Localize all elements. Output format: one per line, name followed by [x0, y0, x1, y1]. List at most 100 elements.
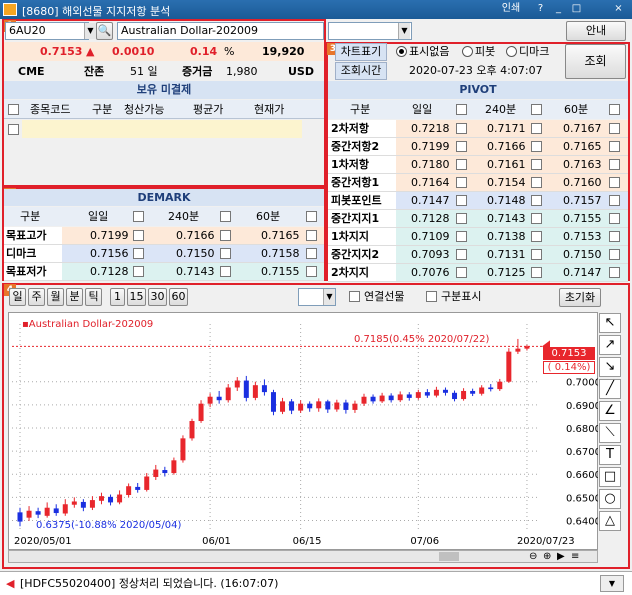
- symbol-code-input[interactable]: 6AU20: [5, 22, 89, 40]
- pivot-value-checkbox[interactable]: [456, 159, 467, 170]
- pivot-value-checkbox[interactable]: [456, 177, 467, 188]
- draw-tool-icon[interactable]: T: [599, 445, 621, 465]
- demark-value-checkbox[interactable]: [133, 266, 144, 277]
- draw-tool-icon[interactable]: □: [599, 467, 621, 487]
- demark-value-checkbox[interactable]: [220, 230, 231, 241]
- select-all-checkbox[interactable]: [8, 104, 19, 115]
- query-button[interactable]: 조회: [565, 44, 626, 79]
- radio-pivot[interactable]: [462, 46, 473, 57]
- demark-value-checkbox[interactable]: [306, 266, 317, 277]
- next-icon[interactable]: ▶: [557, 548, 565, 565]
- demark-value-checkbox[interactable]: [220, 266, 231, 277]
- pivot-240-checkbox[interactable]: [531, 104, 542, 115]
- period-button[interactable]: 월: [47, 288, 64, 306]
- pivot-value-checkbox[interactable]: [531, 177, 542, 188]
- demark-240-checkbox[interactable]: [220, 211, 231, 222]
- pivot-value-checkbox[interactable]: [531, 123, 542, 134]
- zoom-out-icon[interactable]: ⊖: [529, 548, 537, 565]
- pivot-value-checkbox[interactable]: [456, 249, 467, 260]
- scroll-thumb[interactable]: [439, 552, 459, 561]
- search-icon[interactable]: 🔍: [96, 22, 113, 40]
- minute-button[interactable]: 15: [127, 288, 146, 306]
- print-button[interactable]: 인쇄: [492, 3, 530, 16]
- notice-button[interactable]: 안내: [566, 21, 626, 41]
- candle-body: [406, 394, 412, 398]
- help-icon[interactable]: ?: [534, 3, 547, 16]
- current-change-tag: ( 0.14%): [543, 361, 595, 374]
- candle-body: [470, 390, 476, 394]
- status-dropdown[interactable]: ▼: [600, 575, 624, 592]
- demark-value-checkbox[interactable]: [133, 248, 144, 259]
- pivot-value-checkbox[interactable]: [531, 159, 542, 170]
- pivot-value-checkbox[interactable]: [609, 267, 620, 278]
- pivot-value-checkbox[interactable]: [531, 267, 542, 278]
- minute-button[interactable]: 1: [110, 288, 125, 306]
- exchange: CME: [18, 65, 45, 78]
- row-checkbox[interactable]: [8, 124, 19, 135]
- pivot-value: 0.7164: [411, 176, 450, 189]
- draw-tool-icon[interactable]: ⟍: [599, 423, 621, 443]
- minimize-icon[interactable]: _: [552, 3, 565, 16]
- zoom-in-icon[interactable]: ⊕: [543, 548, 551, 565]
- chevron-down-icon[interactable]: ▼: [398, 23, 410, 39]
- maximize-icon[interactable]: □: [570, 3, 583, 16]
- chart-scrollbar[interactable]: ⊖ ⊕ ▶ ≡: [8, 550, 598, 563]
- split-display-checkbox[interactable]: [426, 291, 437, 302]
- pivot-value-checkbox[interactable]: [609, 195, 620, 206]
- y-tick-label: 0.6700: [566, 447, 598, 458]
- draw-tool-icon[interactable]: ↖: [599, 313, 621, 333]
- pivot-row-label: 2차지지: [331, 266, 370, 279]
- candle-body: [488, 387, 494, 390]
- period-button[interactable]: 주: [28, 288, 45, 306]
- draw-tool-icon[interactable]: ↘: [599, 357, 621, 377]
- pivot-60-checkbox[interactable]: [609, 104, 620, 115]
- pivot-value-checkbox[interactable]: [609, 159, 620, 170]
- candle-body: [62, 504, 68, 514]
- draw-tool-icon[interactable]: ╱: [599, 379, 621, 399]
- period-button[interactable]: 틱: [85, 288, 102, 306]
- minute-button[interactable]: 30: [148, 288, 167, 306]
- pivot-value-checkbox[interactable]: [456, 123, 467, 134]
- period-button[interactable]: 분: [66, 288, 83, 306]
- pivot-value-checkbox[interactable]: [609, 177, 620, 188]
- demark-value-checkbox[interactable]: [306, 248, 317, 259]
- demark-value-checkbox[interactable]: [220, 248, 231, 259]
- pivot-value-checkbox[interactable]: [531, 249, 542, 260]
- draw-tool-icon[interactable]: ○: [599, 489, 621, 509]
- close-icon[interactable]: ×: [612, 3, 625, 16]
- demark-daily-checkbox[interactable]: [133, 211, 144, 222]
- pivot-value-checkbox[interactable]: [456, 195, 467, 206]
- pivot-value-checkbox[interactable]: [609, 231, 620, 242]
- reset-button[interactable]: 초기화: [559, 288, 601, 307]
- pivot-value-checkbox[interactable]: [531, 213, 542, 224]
- pivot-value-checkbox[interactable]: [456, 213, 467, 224]
- draw-tool-icon[interactable]: ∠: [599, 401, 621, 421]
- demark-col-daily: 일일: [88, 210, 109, 223]
- demark-value-checkbox[interactable]: [133, 230, 144, 241]
- pivot-value-checkbox[interactable]: [456, 267, 467, 278]
- minute-button[interactable]: 60: [169, 288, 188, 306]
- pivot-value-checkbox[interactable]: [531, 141, 542, 152]
- pivot-value-checkbox[interactable]: [456, 231, 467, 242]
- link-futures-checkbox[interactable]: [349, 291, 360, 302]
- pivot-value-checkbox[interactable]: [456, 141, 467, 152]
- pivot-value-checkbox[interactable]: [609, 123, 620, 134]
- pivot-daily-checkbox[interactable]: [456, 104, 467, 115]
- chevron-down-icon[interactable]: ▼: [323, 289, 335, 305]
- demark-60-checkbox[interactable]: [306, 211, 317, 222]
- radio-demark[interactable]: [506, 46, 517, 57]
- pivot-value-checkbox[interactable]: [609, 249, 620, 260]
- pivot-value: 0.7163: [563, 158, 602, 171]
- pivot-value-checkbox[interactable]: [609, 141, 620, 152]
- draw-tool-icon[interactable]: △: [599, 511, 621, 531]
- radio-none[interactable]: [396, 46, 407, 57]
- pivot-value-checkbox[interactable]: [531, 231, 542, 242]
- draw-tool-icon[interactable]: ↗: [599, 335, 621, 355]
- demark-value-checkbox[interactable]: [306, 230, 317, 241]
- pivot-value-checkbox[interactable]: [609, 213, 620, 224]
- pivot-value-checkbox[interactable]: [531, 195, 542, 206]
- settings-icon[interactable]: ≡: [571, 548, 579, 565]
- chevron-down-icon[interactable]: ▼: [84, 23, 96, 39]
- pivot-value: 0.7154: [487, 176, 526, 189]
- period-button[interactable]: 일: [9, 288, 26, 306]
